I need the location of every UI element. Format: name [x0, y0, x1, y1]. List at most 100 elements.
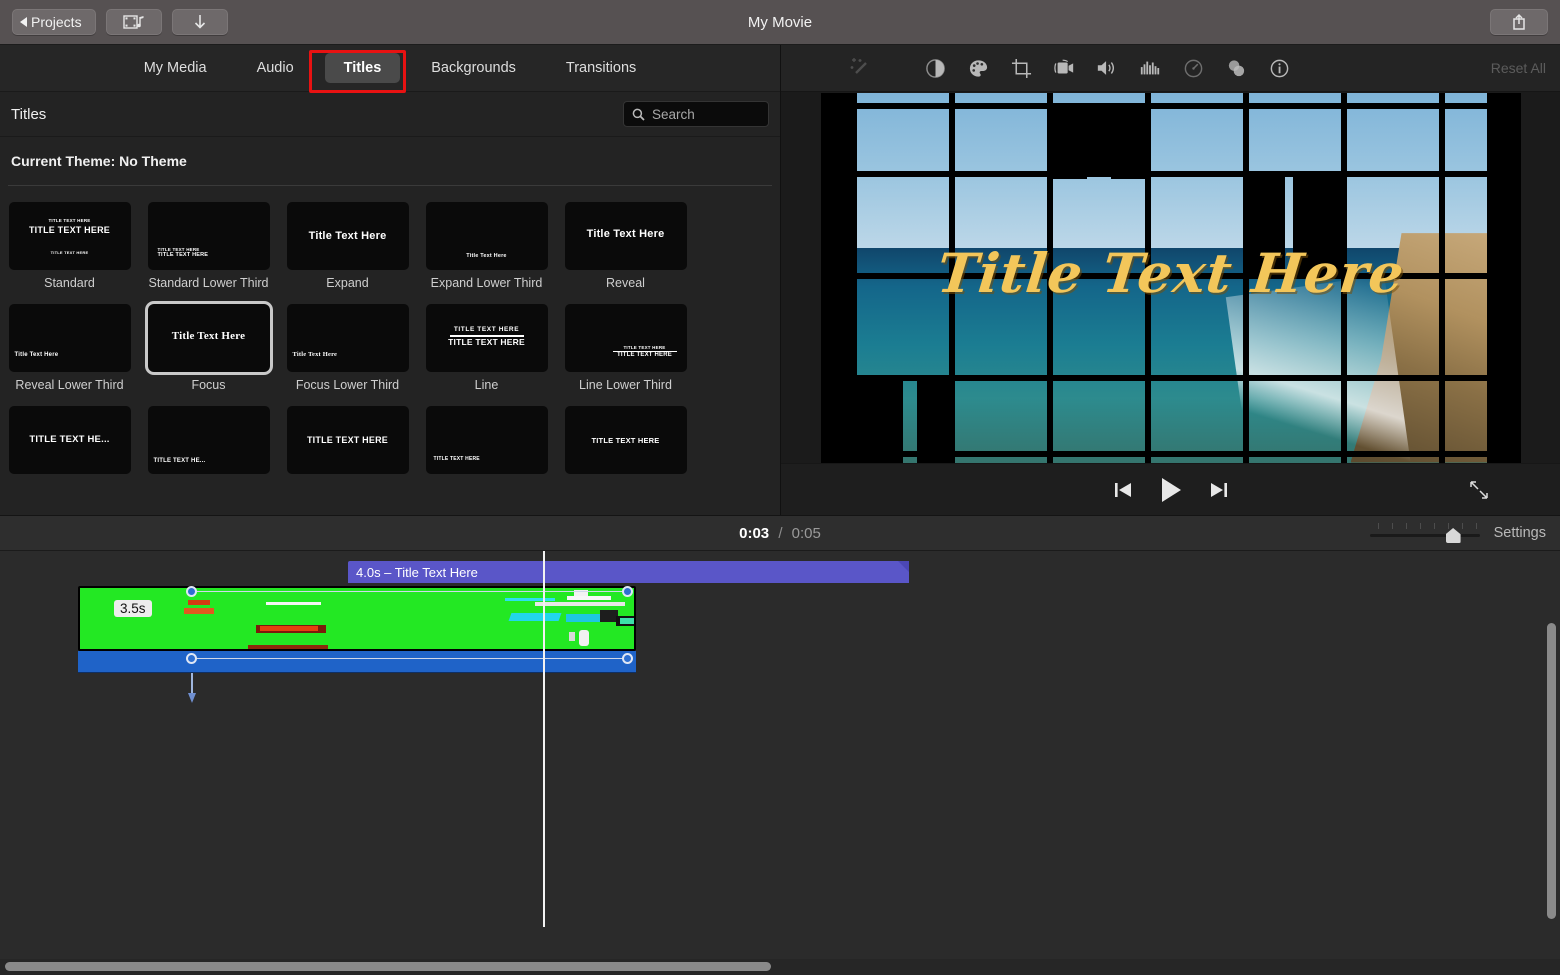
- title-thumbnail[interactable]: TITLE TEXT HERE: [425, 406, 548, 474]
- stabilization-button[interactable]: [1052, 56, 1076, 80]
- tab-backgrounds[interactable]: Backgrounds: [412, 53, 535, 83]
- download-button[interactable]: [171, 9, 228, 35]
- previous-clip-button[interactable]: [1113, 480, 1133, 500]
- timeline-horizontal-scrollbar-track[interactable]: [0, 959, 1560, 975]
- adjustments-toolbar: Reset All: [781, 45, 1560, 92]
- play-icon: [1161, 477, 1181, 502]
- timeline-pane[interactable]: 4.0s – Title Text Here 3.5s: [0, 551, 1560, 975]
- title-thumbnail[interactable]: Title Text Here: [564, 202, 687, 270]
- timeline-green-clip[interactable]: [78, 586, 636, 651]
- timeline-vertical-scrollbar[interactable]: [1547, 623, 1556, 919]
- fullscreen-button[interactable]: [1468, 479, 1490, 501]
- thumb-main-text: Title Text Here: [586, 228, 665, 240]
- title-item-focus-lower-third[interactable]: Title Text Here Focus Lower Third: [278, 304, 417, 392]
- tab-transitions[interactable]: Transitions: [547, 53, 655, 83]
- title-thumbnail[interactable]: Title Text Here: [147, 304, 270, 372]
- search-input[interactable]: [652, 106, 760, 122]
- thumb-main-text: TITLE TEXT HE...: [153, 458, 206, 464]
- zoom-tick-marks: [1372, 523, 1478, 530]
- title-item-focus[interactable]: Title Text Here Focus: [139, 304, 278, 392]
- title-item-standard-lower-third[interactable]: TITLE TEXT HERE TITLE TEXT HERE Standard…: [139, 202, 278, 290]
- search-field[interactable]: [623, 101, 769, 127]
- tab-audio[interactable]: Audio: [238, 53, 313, 83]
- chevron-left-icon: [20, 17, 27, 27]
- thumb-main-text: TITLE TEXT HE...: [29, 434, 110, 445]
- color-correction-button[interactable]: [966, 56, 990, 80]
- keyframe-marker: [622, 653, 633, 664]
- title-item-reveal-lower-third[interactable]: Title Text Here Reveal Lower Third: [0, 304, 139, 392]
- share-button[interactable]: [1490, 9, 1548, 35]
- imovie-window: Projects My Movie My Media Audio Titles …: [0, 0, 1560, 975]
- title-thumbnail[interactable]: TITLE TEXT HERE TITLE TEXT HERE TITLE TE…: [8, 202, 131, 270]
- title-thumbnail[interactable]: TITLE TEXT HE...: [8, 406, 131, 474]
- title-item-label: Expand Lower Third: [430, 276, 543, 290]
- browser-header: Titles: [0, 92, 780, 137]
- titlebar-right-controls: [1490, 9, 1560, 35]
- keyframe-marker: [622, 586, 633, 597]
- noise-reduction-button[interactable]: [1138, 56, 1162, 80]
- play-button[interactable]: [1159, 477, 1183, 503]
- title-thumbnail[interactable]: Title Text Here: [425, 202, 548, 270]
- auto-enhance-button[interactable]: [849, 56, 873, 80]
- thumb-sub-text: TITLE TEXT HERE: [623, 345, 666, 350]
- speed-button[interactable]: [1181, 56, 1205, 80]
- tab-my-media[interactable]: My Media: [125, 53, 226, 83]
- title-item-row3-c[interactable]: TITLE TEXT HERE: [278, 406, 417, 474]
- color-balance-button[interactable]: [923, 56, 947, 80]
- current-theme-label: Current Theme: No Theme: [0, 137, 780, 185]
- title-item-expand[interactable]: Title Text Here Expand: [278, 202, 417, 290]
- title-thumbnail[interactable]: Title Text Here: [286, 202, 409, 270]
- next-clip-button[interactable]: [1209, 480, 1229, 500]
- timecode-display: 0:03 / 0:05: [0, 525, 1560, 542]
- cropping-button[interactable]: [1009, 56, 1033, 80]
- volume-button[interactable]: [1095, 56, 1119, 80]
- title-item-line-lower-third[interactable]: TITLE TEXT HERE TITLE TEXT HERE Line Low…: [556, 304, 695, 392]
- reset-all-button[interactable]: Reset All: [1491, 60, 1546, 76]
- title-thumbnail[interactable]: TITLE TEXT HE...: [147, 406, 270, 474]
- magic-wand-icon: [850, 58, 867, 74]
- title-item-reveal[interactable]: Title Text Here Reveal: [556, 202, 695, 290]
- title-thumbnail[interactable]: Title Text Here: [286, 304, 409, 372]
- timeline-playhead[interactable]: [543, 551, 545, 927]
- timeline-zoom-slider[interactable]: [1369, 523, 1480, 543]
- titles-grid: TITLE TEXT HERE TITLE TEXT HERE TITLE TE…: [0, 186, 780, 515]
- information-button[interactable]: [1267, 56, 1291, 80]
- title-thumbnail[interactable]: TITLE TEXT HERE: [564, 406, 687, 474]
- timeline-toolbar: 0:03 / 0:05 Settings: [0, 515, 1560, 551]
- keyframe-connector-bottom: [191, 658, 628, 659]
- video-preview[interactable]: Title Text Here: [820, 92, 1521, 463]
- title-item-line[interactable]: TITLE TEXT HERE TITLE TEXT HERE Line: [417, 304, 556, 392]
- title-item-row3-a[interactable]: TITLE TEXT HE...: [0, 406, 139, 474]
- viewer-tool-icons: [923, 56, 1291, 80]
- download-arrow-icon: [194, 14, 205, 29]
- import-media-button[interactable]: [105, 9, 162, 35]
- title-thumbnail[interactable]: Title Text Here: [8, 304, 131, 372]
- page-title: My Movie: [747, 13, 813, 31]
- time-separator: /: [778, 524, 783, 542]
- thumb-sub-text: TITLE TEXT HERE: [48, 218, 91, 223]
- title-item-expand-lower-third[interactable]: Title Text Here Expand Lower Third: [417, 202, 556, 290]
- total-time: 0:05: [791, 524, 821, 542]
- timeline-green-clip-audio-bar[interactable]: [78, 651, 636, 673]
- tab-titles[interactable]: Titles: [324, 53, 401, 83]
- title-item-standard[interactable]: TITLE TEXT HERE TITLE TEXT HERE TITLE TE…: [0, 202, 139, 290]
- share-upload-icon: [1513, 13, 1525, 30]
- title-thumbnail[interactable]: TITLE TEXT HERE TITLE TEXT HERE: [147, 202, 270, 270]
- title-thumbnail[interactable]: TITLE TEXT HERE: [286, 406, 409, 474]
- clip-duration-badge: 3.5s: [114, 600, 152, 617]
- title-item-row3-e[interactable]: TITLE TEXT HERE: [556, 406, 695, 474]
- title-item-label: Line: [474, 378, 499, 392]
- back-to-projects-button[interactable]: Projects: [12, 9, 96, 35]
- title-thumbnail[interactable]: TITLE TEXT HERE TITLE TEXT HERE: [425, 304, 548, 372]
- timeline-horizontal-scrollbar-thumb[interactable]: [5, 962, 771, 971]
- title-thumbnail[interactable]: TITLE TEXT HERE TITLE TEXT HERE: [564, 304, 687, 372]
- timeline-title-clip[interactable]: 4.0s – Title Text Here: [348, 561, 909, 583]
- zoom-slider-knob[interactable]: [1445, 528, 1461, 543]
- title-item-row3-b[interactable]: TITLE TEXT HE...: [139, 406, 278, 474]
- keyframe-marker: [186, 653, 197, 664]
- title-item-row3-d[interactable]: TITLE TEXT HERE: [417, 406, 556, 474]
- title-clip-label: 4.0s – Title Text Here: [356, 564, 478, 580]
- title-item-label: Standard Lower Third: [148, 276, 269, 290]
- clip-filter-button[interactable]: [1224, 56, 1248, 80]
- titlebar: Projects My Movie: [0, 0, 1560, 45]
